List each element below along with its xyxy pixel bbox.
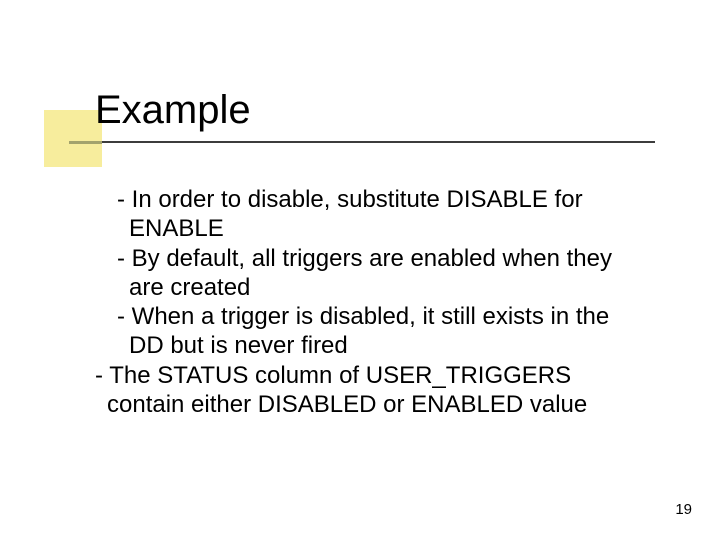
body-text: - In order to disable, substitute DISABL… xyxy=(107,185,647,419)
slide-title: Example xyxy=(95,89,251,131)
title-container: Example xyxy=(95,89,251,131)
bullet-item: - By default, all triggers are enabled w… xyxy=(107,244,647,303)
bullet-item: - The STATUS column of USER_TRIGGERS con… xyxy=(107,361,647,420)
title-accent-square xyxy=(44,110,102,167)
page-number: 19 xyxy=(675,501,692,518)
slide: Example - In order to disable, substitut… xyxy=(0,0,720,540)
bullet-item: - In order to disable, substitute DISABL… xyxy=(107,185,647,244)
title-accent-bar xyxy=(69,141,102,144)
title-underline xyxy=(95,141,655,143)
bullet-item: - When a trigger is disabled, it still e… xyxy=(107,302,647,361)
